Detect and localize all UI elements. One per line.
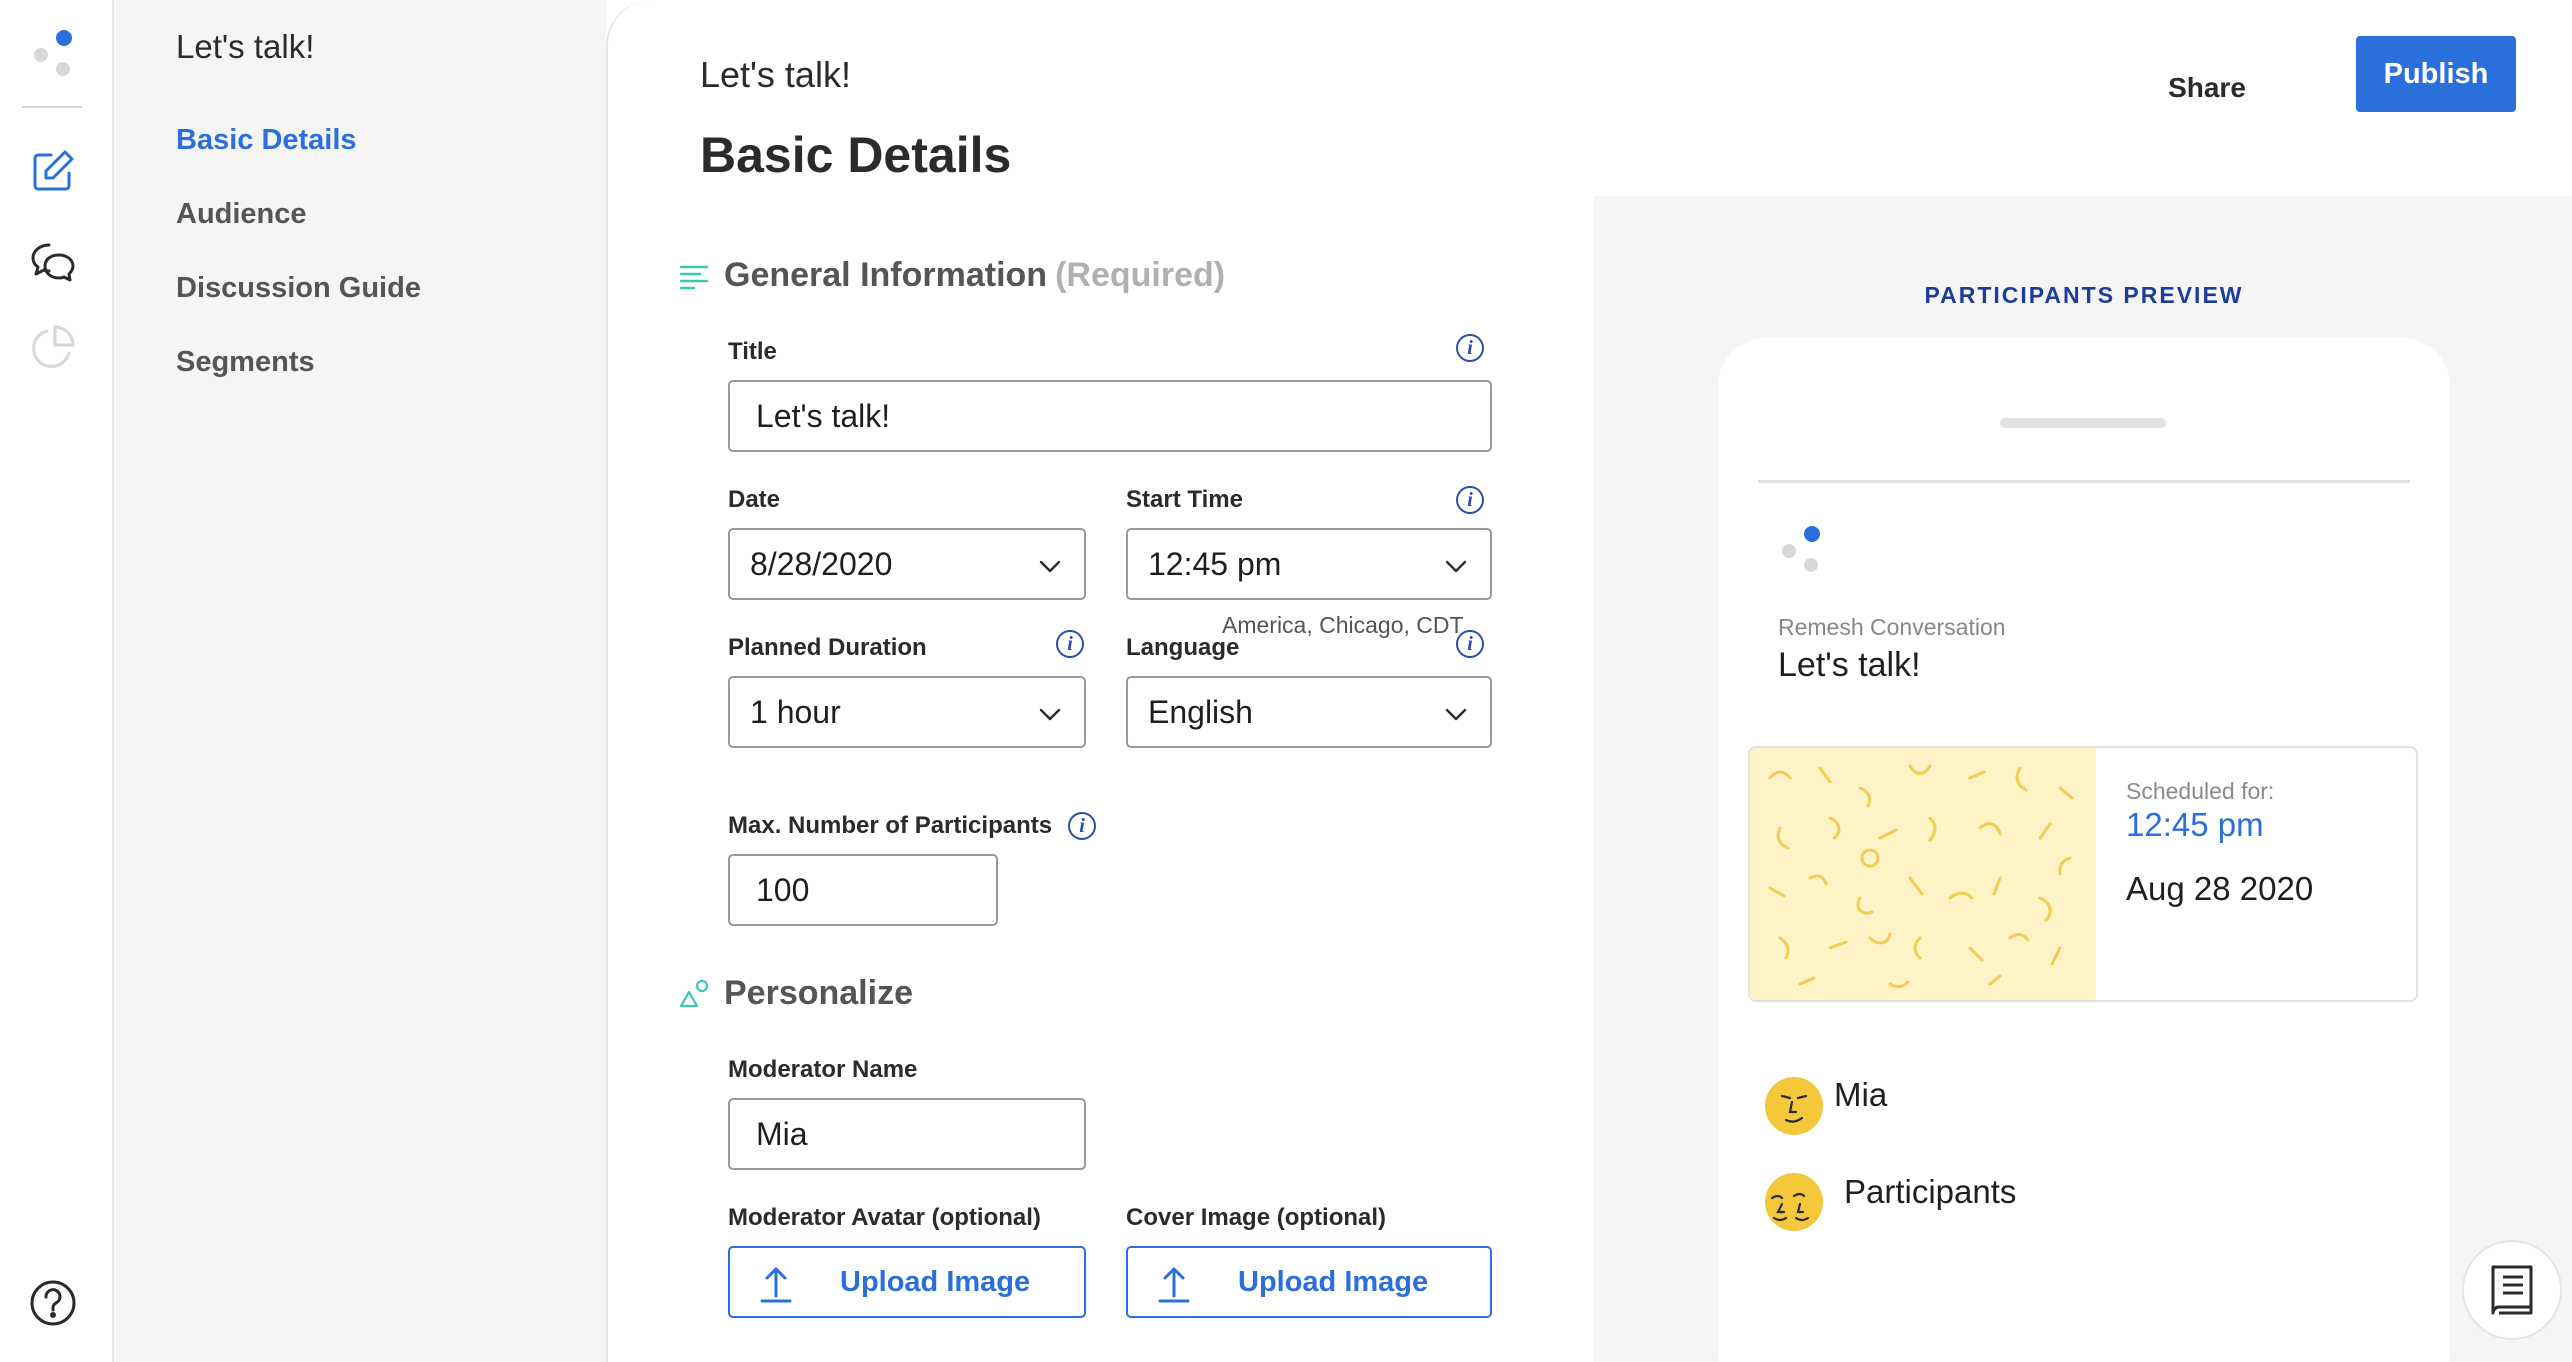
lines-icon <box>679 265 709 289</box>
duration-info-icon[interactable]: i <box>1056 630 1084 658</box>
upload-icon <box>1158 1267 1190 1303</box>
language-value: English <box>1148 693 1253 730</box>
publish-button[interactable]: Publish <box>2356 36 2516 112</box>
moderator-name: Mia <box>1834 1076 1888 1113</box>
timezone-label: America, Chicago, CDT <box>1222 612 1464 638</box>
phone-mockup: Remesh Conversation Let's talk! Schedule… <box>1718 338 2450 1362</box>
upload-avatar-button[interactable]: Upload Image <box>728 1246 1086 1318</box>
page-title: Basic Details <box>700 127 1012 183</box>
shapes-icon <box>679 979 709 1007</box>
participants-preview-panel: PARTICIPANTS PREVIEW Remesh Conversation… <box>1594 196 2572 1362</box>
help-icon[interactable] <box>28 1278 78 1328</box>
chevron-down-icon <box>1039 708 1061 721</box>
edit-icon[interactable] <box>28 146 78 196</box>
title-label: Title <box>728 338 777 365</box>
upload-avatar-label: Upload Image <box>840 1265 1031 1298</box>
icon-rail <box>0 0 114 1362</box>
moderator-name-label: Moderator Name <box>728 1056 918 1083</box>
logo-icon[interactable] <box>30 28 78 80</box>
book-icon <box>2491 1265 2533 1315</box>
conversation-label: Remesh Conversation <box>1778 614 2006 640</box>
conversation-title: Let's talk! <box>1778 646 1921 684</box>
nav-title: Let's talk! <box>176 28 315 65</box>
moderator-avatar-label: Moderator Avatar (optional) <box>728 1204 1041 1231</box>
chevron-down-icon <box>1445 560 1467 573</box>
nav-item-basic-details[interactable]: Basic Details <box>176 124 357 157</box>
scheduled-time: 12:45 pm <box>2126 806 2264 843</box>
max-participants-info-icon[interactable]: i <box>1068 812 1096 840</box>
phone-divider <box>1758 480 2410 483</box>
upload-cover-label: Upload Image <box>1238 1265 1429 1298</box>
title-input[interactable]: Let's talk! <box>728 380 1492 452</box>
start-time-info-icon[interactable]: i <box>1456 486 1484 514</box>
personalize-title: Personalize <box>724 974 913 1012</box>
preview-title: PARTICIPANTS PREVIEW <box>1924 282 2244 308</box>
language-info-icon[interactable]: i <box>1456 630 1484 658</box>
participants-avatar-icon <box>1765 1173 1823 1231</box>
page-subtitle: Let's talk! <box>700 54 851 95</box>
general-information-heading: General Information (Required) <box>678 256 1225 295</box>
date-value: 8/28/2020 <box>750 545 893 582</box>
pie-chart-icon[interactable] <box>28 322 78 372</box>
max-participants-input[interactable]: 100 <box>728 854 998 926</box>
start-time-label: Start Time <box>1126 486 1243 513</box>
personalize-heading: Personalize <box>678 974 913 1013</box>
cover-image-label: Cover Image (optional) <box>1126 1204 1387 1231</box>
cover-pattern <box>1750 748 2096 1000</box>
scheduled-label: Scheduled for: <box>2126 778 2275 804</box>
max-participants-label: Max. Number of Participants <box>728 812 1053 839</box>
section-nav: Let's talk! Basic Details Audience Discu… <box>116 0 606 1362</box>
chevron-down-icon <box>1039 560 1061 573</box>
moderator-name-input[interactable]: Mia <box>728 1098 1086 1170</box>
language-select[interactable]: English <box>1126 676 1492 748</box>
required-label: (Required) <box>1055 256 1226 294</box>
nav-item-segments[interactable]: Segments <box>176 346 315 379</box>
date-label: Date <box>728 486 781 513</box>
share-button[interactable]: Share <box>2122 56 2292 120</box>
chat-icon[interactable] <box>28 236 78 286</box>
moderator-row: Mia <box>1764 1076 1887 1136</box>
start-time-select[interactable]: 12:45 pm <box>1126 528 1492 600</box>
upload-cover-button[interactable]: Upload Image <box>1126 1246 1492 1318</box>
chevron-down-icon <box>1445 708 1467 721</box>
participants-label: Participants <box>1844 1173 2017 1210</box>
general-information-title: General Information <box>724 256 1048 294</box>
duration-label: Planned Duration <box>728 634 927 661</box>
duration-select[interactable]: 1 hour <box>728 676 1086 748</box>
upload-icon <box>760 1267 792 1303</box>
scheduled-date: Aug 28 2020 <box>2126 870 2314 907</box>
logo-icon <box>1778 524 1826 578</box>
duration-value: 1 hour <box>750 693 841 730</box>
nav-item-audience[interactable]: Audience <box>176 198 307 231</box>
title-info-icon[interactable]: i <box>1456 334 1484 362</box>
language-label: Language <box>1126 634 1240 661</box>
guide-book-button[interactable] <box>2462 1240 2562 1340</box>
date-select[interactable]: 8/28/2020 <box>728 528 1086 600</box>
schedule-card: Scheduled for: 12:45 pm Aug 28 2020 <box>1748 746 2418 1002</box>
phone-notch <box>2000 418 2166 428</box>
rail-divider <box>22 106 82 108</box>
nav-item-discussion-guide[interactable]: Discussion Guide <box>176 272 421 305</box>
start-time-value: 12:45 pm <box>1148 545 1282 582</box>
main-panel: Let's talk! Basic Details Share Publish … <box>606 0 2572 1362</box>
moderator-avatar-icon <box>1765 1077 1823 1135</box>
participants-row: Participants <box>1764 1172 2016 1232</box>
